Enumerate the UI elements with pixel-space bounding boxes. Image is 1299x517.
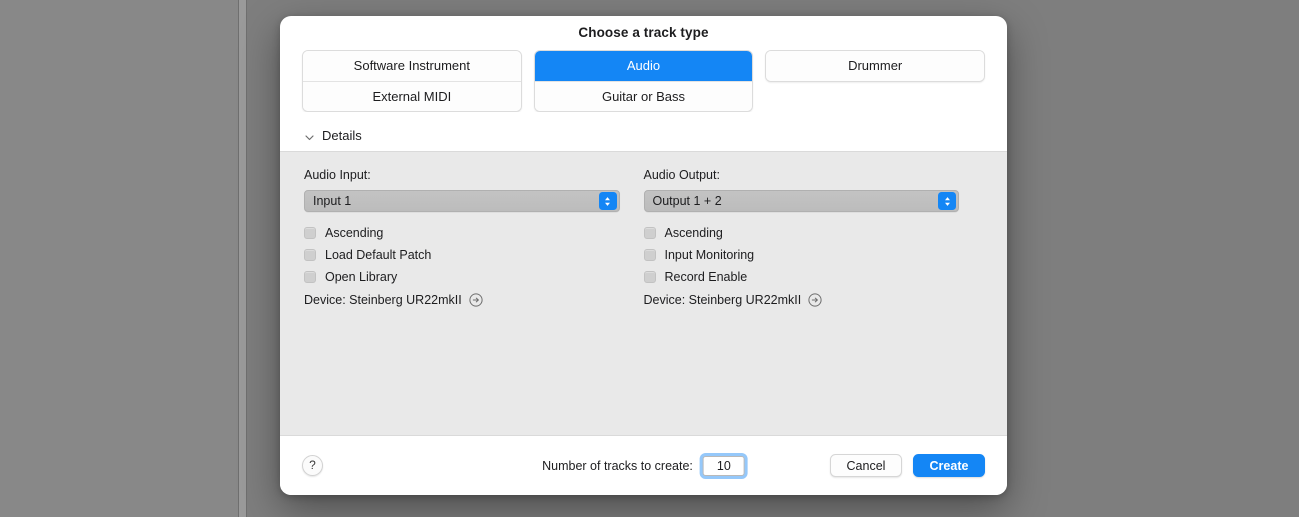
checkbox-row-load-default-patch[interactable]: Load Default Patch [304,244,620,266]
chevron-down-icon [304,130,315,141]
checkbox-label: Input Monitoring [664,248,755,262]
checkbox-row-input-monitoring[interactable]: Input Monitoring [643,244,960,266]
track-type-group-midi: Software Instrument External MIDI [302,50,522,112]
background-pane-divider [238,0,247,517]
output-device-label: Device: Steinberg UR22mkII [643,293,802,307]
number-of-tracks-label: Number of tracks to create: [542,458,693,473]
details-disclosure-toggle[interactable]: Details [280,112,1007,151]
audio-input-heading: Audio Input: [304,168,371,182]
stepper-icon[interactable] [598,192,617,210]
page-title: Choose a track type [578,25,709,40]
checkbox-label: Open Library [325,270,398,284]
checkbox-icon[interactable] [643,249,656,261]
checkbox-row-output-ascending[interactable]: Ascending [643,222,960,244]
checkbox-icon[interactable] [304,271,316,283]
dialog-footer: ? Number of tracks to create: Cancel Cre… [280,435,1007,495]
arrow-right-circle-icon[interactable] [469,293,483,307]
audio-input-select[interactable]: Input 1 [304,190,620,212]
details-panel: Audio Input: Input 1 Ascending Load Defa… [280,151,1007,435]
input-device-label: Device: Steinberg UR22mkII [304,293,462,307]
checkbox-label: Record Enable [664,270,748,284]
stepper-icon[interactable] [938,192,956,210]
details-label: Details [322,128,362,143]
cancel-button[interactable]: Cancel [830,454,902,477]
checkbox-icon[interactable] [304,249,316,261]
checkbox-row-open-library[interactable]: Open Library [304,266,620,288]
audio-output-column: Audio Output: Output 1 + 2 Ascending Inp… [643,168,984,435]
checkbox-row-record-enable[interactable]: Record Enable [643,266,960,288]
checkbox-label: Ascending [325,226,384,240]
output-device-row: Device: Steinberg UR22mkII [644,290,960,310]
track-type-group-drummer: Drummer [765,50,986,82]
number-of-tracks-input[interactable] [702,455,745,476]
checkbox-icon[interactable] [643,227,656,239]
arrow-right-circle-icon[interactable] [808,293,822,307]
track-type-audio[interactable]: Audio [534,51,753,81]
audio-input-value: Input 1 [313,194,352,208]
audio-input-column: Audio Input: Input 1 Ascending Load Defa… [304,168,644,435]
checkbox-label: Ascending [664,226,723,240]
choose-track-type-dialog: Choose a track type Software Instrument … [280,16,1007,495]
track-type-external-midi[interactable]: External MIDI [303,81,521,111]
checkbox-row-input-ascending[interactable]: Ascending [304,222,620,244]
checkbox-icon[interactable] [643,271,656,283]
track-type-chooser: Software Instrument External MIDI Audio … [280,40,1007,112]
track-type-software-instrument[interactable]: Software Instrument [303,51,521,81]
checkbox-label: Load Default Patch [325,248,432,262]
background-left-pane [0,0,238,517]
checkbox-icon[interactable] [304,227,316,239]
help-button[interactable]: ? [302,455,323,476]
create-button[interactable]: Create [913,454,985,477]
audio-output-select[interactable]: Output 1 + 2 [643,190,959,212]
audio-output-heading: Audio Output: [643,168,720,182]
track-type-drummer[interactable]: Drummer [766,51,985,81]
track-type-group-audio: Audio Guitar or Bass [533,50,754,112]
input-device-row: Device: Steinberg UR22mkII [304,290,620,310]
number-of-tracks-group: Number of tracks to create: [542,455,745,476]
track-type-guitar-or-bass[interactable]: Guitar or Bass [534,81,753,111]
audio-output-value: Output 1 + 2 [652,194,722,208]
footer-actions: Cancel Create [830,454,985,477]
